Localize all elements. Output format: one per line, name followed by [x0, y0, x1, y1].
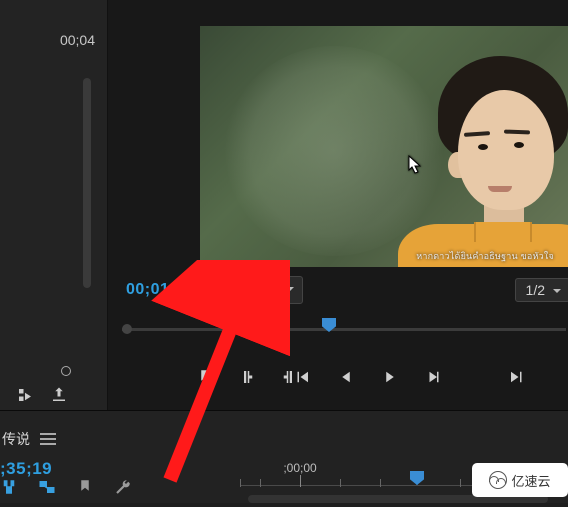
mark-out-button[interactable] — [280, 368, 298, 386]
video-preview[interactable]: หากดาวได้ยินคำอธิษฐาน ขอหัวใจ — [200, 26, 568, 267]
timeline-playhead[interactable] — [410, 471, 424, 485]
source-panel: 00;04 — [0, 0, 108, 410]
panel-menu-icon[interactable] — [40, 433, 56, 445]
timeline-tools — [0, 478, 132, 499]
transport-controls — [108, 362, 568, 392]
marker-icon[interactable] — [76, 478, 94, 499]
resolution-label: 1/2 — [526, 282, 545, 298]
sequence-title-row: 传说 — [2, 429, 56, 449]
watermark-cloud-icon — [489, 471, 507, 489]
vertical-scrollbar[interactable] — [83, 78, 91, 288]
playhead-timecode[interactable]: 00;01;35;1 — [126, 281, 209, 299]
person-figure — [398, 56, 568, 267]
program-monitor: หากดาวได้ยินคำอธิษฐาน ขอหัวใจ 00;01;35;1… — [108, 0, 568, 410]
scrubber-start-cap[interactable] — [122, 324, 132, 334]
insert-clip-icon[interactable] — [16, 386, 34, 404]
snap-toggle-icon[interactable] — [0, 478, 18, 499]
ruler-tick-label: ;00;00 — [283, 461, 316, 475]
video-subtitle: หากดาวได้ยินคำอธิษฐาน ขอหัวใจ — [416, 249, 554, 263]
timeline-timecode[interactable]: ;35;19 — [0, 459, 52, 479]
settings-wrench-icon[interactable] — [114, 478, 132, 499]
watermark-badge: 亿速云 — [472, 463, 568, 497]
resolution-dropdown[interactable]: 1/2 — [515, 278, 568, 302]
step-back-button[interactable] — [337, 368, 355, 386]
step-forward-button[interactable] — [425, 368, 443, 386]
mark-in-button[interactable] — [238, 368, 256, 386]
add-marker-button[interactable] — [196, 368, 214, 386]
monitor-scrubber[interactable] — [122, 320, 566, 340]
scrubber-track — [122, 328, 566, 331]
indicator-circle-icon — [61, 366, 71, 376]
go-to-out-button[interactable] — [508, 368, 526, 386]
monitor-controls-row: 00;01;35;1 适合 1/2 — [108, 276, 568, 304]
ruler-time-marker: 00;04 — [60, 32, 95, 48]
play-button[interactable] — [381, 368, 399, 386]
zoom-fit-label: 适合 — [250, 282, 278, 298]
export-frame-icon[interactable] — [50, 386, 68, 404]
linked-selection-icon[interactable] — [38, 478, 56, 499]
zoom-fit-dropdown[interactable]: 适合 — [239, 276, 303, 304]
sequence-title[interactable]: 传说 — [2, 429, 30, 449]
watermark-text: 亿速云 — [511, 471, 550, 490]
